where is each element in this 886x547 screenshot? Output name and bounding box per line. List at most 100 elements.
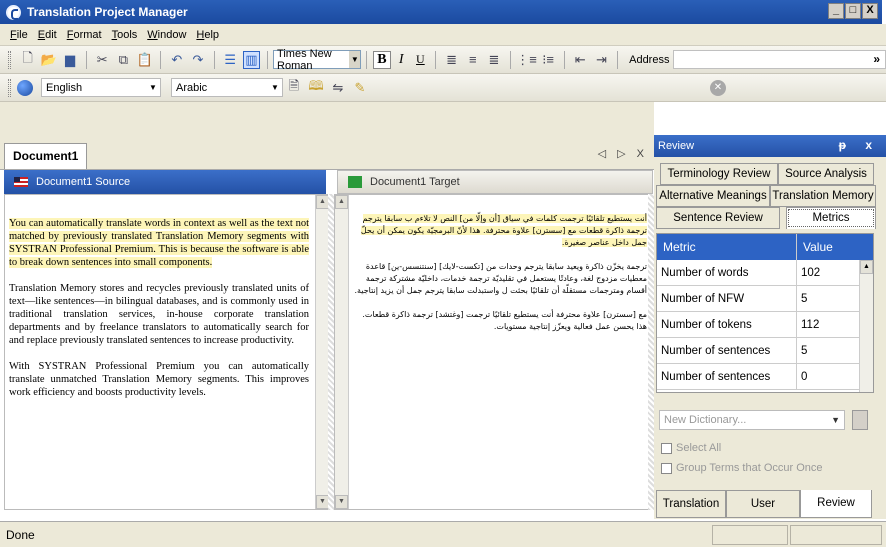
table-row[interactable]: Number of sentences 5 <box>657 338 873 364</box>
target-pane-header: Document1 Target <box>337 170 653 194</box>
font-family-value: Times New Roman <box>277 47 332 72</box>
tab-translation[interactable]: Translation ... <box>656 490 726 536</box>
vertical-split-icon[interactable]: ▥ <box>242 50 261 69</box>
table-row[interactable]: Number of tokens 112 <box>657 312 873 338</box>
group-terms-checkbox[interactable] <box>661 463 672 474</box>
target-text[interactable]: أنت يستطيع تلقائيًا ترجمت كلمات في سياق … <box>351 213 647 345</box>
review-panel-controls[interactable]: ᵽ x <box>839 138 880 152</box>
tab-user-dictionary[interactable]: User Diction... <box>726 490 800 536</box>
new-document-icon[interactable]: 🗋 <box>19 50 36 69</box>
decrease-indent-icon[interactable]: ⇤ <box>572 51 589 69</box>
document-settings-icon[interactable]: 🗎 <box>285 78 303 97</box>
source-language-select[interactable]: English ▼ <box>41 78 161 97</box>
tab-terminology-review[interactable]: Terminology Review <box>660 163 778 185</box>
underline-button[interactable]: U <box>412 52 429 67</box>
align-center-icon[interactable]: ≡ <box>464 51 481 69</box>
font-family-select[interactable]: Times New Roman ▼ <box>273 47 362 72</box>
metric-name: Number of tokens <box>657 312 797 337</box>
paste-icon[interactable]: 📋 <box>136 51 153 69</box>
copy-icon[interactable]: ⧉ <box>115 51 132 69</box>
dictionary-icon[interactable]: 🕮 <box>307 78 325 97</box>
menu-edit[interactable]: Edit <box>38 29 57 41</box>
edit-pencil-icon[interactable]: ✎ <box>351 79 369 97</box>
chevron-down-icon[interactable]: ▼ <box>146 83 160 92</box>
metric-name: Number of words <box>657 260 797 285</box>
source-paragraph: Translation Memory stores and recycles p… <box>9 283 309 346</box>
source-text[interactable]: You can automatically translate words in… <box>9 217 309 412</box>
tab-source-analysis[interactable]: Source Analysis <box>778 163 874 185</box>
source-pane-title: Document1 Source <box>36 176 131 188</box>
dictionary-select-value: New Dictionary... <box>664 414 747 426</box>
toolbar-separator <box>85 50 87 69</box>
table-row[interactable]: Number of words 102 <box>657 260 873 286</box>
table-row[interactable]: Number of sentences matched 0 <box>657 364 873 390</box>
numbered-list-icon[interactable]: ⋮≡ <box>516 51 537 69</box>
horizontal-split-icon[interactable]: ☰ <box>222 51 239 69</box>
source-scrollbar[interactable]: ▲ ▼ <box>315 195 329 509</box>
source-paragraph-highlight: You can automatically translate words in… <box>9 218 309 268</box>
target-text-pane[interactable]: ▲ ▼ أنت يستطيع تلقائيًا ترجمت كلمات في س… <box>334 194 654 510</box>
menu-file[interactable]: File <box>10 29 28 41</box>
document-nav-controls[interactable]: ◁ ▷ X <box>598 147 648 160</box>
app-logo-icon <box>6 4 21 20</box>
metric-column-header[interactable]: Metric <box>657 234 797 260</box>
document-area-background <box>0 102 654 138</box>
value-column-header[interactable]: Value <box>797 234 857 260</box>
scroll-up-icon[interactable]: ▲ <box>860 260 873 274</box>
address-label: Address <box>629 53 670 66</box>
us-flag-icon <box>14 177 28 187</box>
tab-sentence-review[interactable]: Sentence Review <box>656 207 780 229</box>
arabic-flag-icon <box>348 176 362 188</box>
bullet-list-icon[interactable]: ⁝≡ <box>540 51 557 69</box>
select-all-checkbox[interactable] <box>661 443 672 454</box>
source-text-pane[interactable]: You can automatically translate words in… <box>4 194 330 510</box>
align-left-icon[interactable]: ≣ <box>443 51 460 69</box>
tab-translation-memory[interactable]: Translation Memory <box>770 185 876 207</box>
toolbar-grip[interactable] <box>8 50 11 69</box>
align-right-icon[interactable]: ≣ <box>485 51 502 69</box>
review-panel-header: Review ᵽ x <box>654 135 886 157</box>
target-scrollbar[interactable]: ▲ ▼ <box>335 195 349 509</box>
scroll-up-icon[interactable]: ▲ <box>335 195 348 209</box>
compare-icon[interactable]: ⇋ <box>329 79 347 97</box>
toolbar-separator <box>617 50 619 69</box>
tab-alternative-meanings[interactable]: Alternative Meanings <box>656 185 770 207</box>
metrics-table: Metric Value Number of words 102 Number … <box>656 233 874 393</box>
document-tab-bar: Document1 ◁ ▷ X <box>0 138 654 170</box>
increase-indent-icon[interactable]: ⇥ <box>593 51 610 69</box>
tab-metrics[interactable]: Metrics <box>786 207 876 229</box>
toolbar-overflow-icon[interactable]: » <box>873 52 880 66</box>
stop-translation-icon[interactable]: ✕ <box>710 80 726 96</box>
close-button[interactable]: X <box>862 3 878 19</box>
target-language-select[interactable]: Arabic ▼ <box>171 78 283 97</box>
metrics-scrollbar[interactable]: ▲ <box>859 260 873 392</box>
table-row[interactable]: Number of NFW 5 <box>657 286 873 312</box>
tab-document1[interactable]: Document1 <box>4 143 88 169</box>
chevron-down-icon[interactable]: ▼ <box>831 411 840 429</box>
dictionary-select[interactable]: New Dictionary... ▼ <box>659 410 845 430</box>
bold-button[interactable]: B <box>373 50 391 69</box>
address-input[interactable] <box>673 50 886 69</box>
chevron-down-icon[interactable]: ▼ <box>268 83 282 92</box>
save-icon[interactable]: ▆ <box>61 51 78 69</box>
redo-icon[interactable]: ↷ <box>189 51 206 69</box>
undo-icon[interactable]: ↶ <box>168 51 185 69</box>
menu-help[interactable]: Help <box>196 29 219 41</box>
status-bar: Done <box>0 521 886 547</box>
open-folder-icon[interactable]: 📂 <box>40 51 57 69</box>
scroll-down-icon[interactable]: ▼ <box>335 495 348 509</box>
menu-window[interactable]: Window <box>147 29 186 41</box>
menu-format[interactable]: Format <box>67 29 102 41</box>
dictionary-action-button[interactable] <box>852 410 868 430</box>
chevron-down-icon[interactable]: ▼ <box>349 51 361 68</box>
review-panel-title: Review <box>658 140 695 152</box>
maximize-button[interactable]: □ <box>845 3 861 19</box>
translate-globe-icon[interactable] <box>17 79 33 96</box>
minimize-button[interactable]: _ <box>828 3 844 19</box>
metric-name: Number of sentences matched <box>657 364 797 389</box>
toolbar-grip[interactable] <box>8 78 11 97</box>
italic-button[interactable]: I <box>393 52 410 68</box>
tab-review[interactable]: Review <box>800 490 872 518</box>
menu-tools[interactable]: Tools <box>112 29 138 41</box>
cut-icon[interactable]: ✂ <box>94 51 111 69</box>
